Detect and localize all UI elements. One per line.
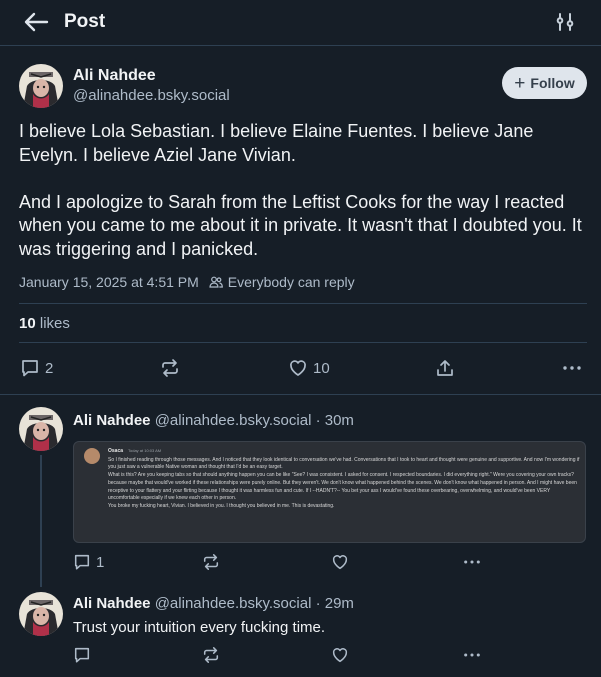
more-options-button[interactable] — [463, 553, 481, 571]
post-body: I believe Lola Sebastian. I believe Elai… — [19, 120, 589, 261]
repost-button[interactable] — [202, 646, 220, 664]
reply-icon — [20, 358, 40, 378]
repost-icon — [202, 553, 220, 571]
reply-time: · 30m — [315, 412, 354, 429]
repost-icon — [160, 358, 180, 378]
like-count: 10 — [313, 359, 330, 377]
author-avatar[interactable] — [19, 64, 63, 108]
reply-icon — [73, 553, 91, 571]
reply-count: 1 — [96, 553, 105, 571]
divider — [19, 303, 587, 304]
likes-label: likes — [39, 315, 70, 332]
reply-setting-label: Everybody can reply — [227, 274, 355, 290]
like-button[interactable]: 10 — [288, 358, 330, 378]
divider — [19, 342, 587, 343]
back-arrow-icon[interactable] — [22, 10, 50, 34]
divider — [0, 394, 601, 395]
repost-icon — [202, 646, 220, 664]
post-paragraph: And I apologize to Sarah from the Leftis… — [19, 191, 582, 259]
embed-line: because maybe that would've worked if th… — [108, 480, 577, 502]
reply-author-handle[interactable]: @alinahdee.bsky.social — [155, 595, 312, 612]
embed-avatar — [84, 448, 100, 464]
people-icon — [209, 276, 223, 288]
reply-time: · 29m — [315, 595, 354, 612]
likes-count: 10 — [19, 315, 36, 332]
reply-avatar[interactable] — [19, 592, 63, 636]
repost-button[interactable] — [160, 358, 180, 378]
heart-icon — [288, 358, 308, 378]
post-timestamp[interactable]: January 15, 2025 at 4:51 PM — [19, 274, 199, 290]
share-button[interactable] — [435, 358, 455, 378]
more-icon — [463, 553, 481, 571]
embed-line: You broke my fucking heart, Vivian. I be… — [108, 502, 335, 509]
plus-icon: + — [514, 72, 526, 94]
heart-icon — [331, 646, 349, 664]
thread-line — [40, 455, 42, 587]
reply-avatar[interactable] — [19, 407, 63, 451]
reply-button[interactable]: 1 — [73, 553, 104, 571]
embed-message: So I finished reading through those mess… — [108, 457, 580, 511]
reply-button[interactable] — [73, 646, 91, 664]
reply-button[interactable]: 2 — [20, 358, 53, 378]
post-paragraph: I believe Lola Sebastian. I believe Elai… — [19, 121, 534, 165]
more-options-button[interactable] — [463, 646, 481, 664]
repost-button[interactable] — [202, 553, 220, 571]
page-title: Post — [64, 11, 106, 32]
embed-line: So I finished reading through those mess… — [108, 457, 580, 471]
top-bar: Post — [0, 0, 601, 46]
sliders-icon[interactable] — [555, 12, 575, 32]
follow-label: Follow — [530, 75, 575, 91]
embed-author: Osaca — [108, 448, 124, 454]
author-name[interactable]: Ali Nahdee — [73, 67, 156, 85]
author-handle[interactable]: @alinahdee.bsky.social — [73, 87, 230, 104]
reply-count: 2 — [45, 359, 54, 377]
embed-line: What is this? Are you keeping tabs so th… — [108, 472, 574, 479]
reply-text: Trust your intuition every fucking time. — [73, 619, 326, 636]
post-meta: January 15, 2025 at 4:51 PM Everybody ca… — [19, 274, 355, 290]
follow-button[interactable]: + Follow — [502, 67, 587, 99]
reply-header: Ali Nahdee @alinahdee.bsky.social · 29m — [73, 595, 354, 612]
reply-author-name[interactable]: Ali Nahdee — [73, 412, 151, 429]
share-icon — [435, 358, 455, 378]
more-icon — [562, 358, 582, 378]
likes-summary[interactable]: 10 likes — [19, 315, 70, 332]
reply-icon — [73, 646, 91, 664]
reply-author-name[interactable]: Ali Nahdee — [73, 595, 151, 612]
reply-setting: Everybody can reply — [209, 274, 355, 290]
reply-author-handle[interactable]: @alinahdee.bsky.social — [155, 412, 312, 429]
heart-icon — [331, 553, 349, 571]
embedded-screenshot[interactable]: Osaca Today at 10:03 AM So I finished re… — [73, 441, 586, 543]
reply-header: Ali Nahdee @alinahdee.bsky.social · 30m — [73, 412, 354, 429]
like-button[interactable] — [331, 646, 349, 664]
like-button[interactable] — [331, 553, 349, 571]
more-icon — [463, 646, 481, 664]
more-options-button[interactable] — [562, 358, 582, 378]
embed-time: Today at 10:03 AM — [128, 448, 162, 453]
